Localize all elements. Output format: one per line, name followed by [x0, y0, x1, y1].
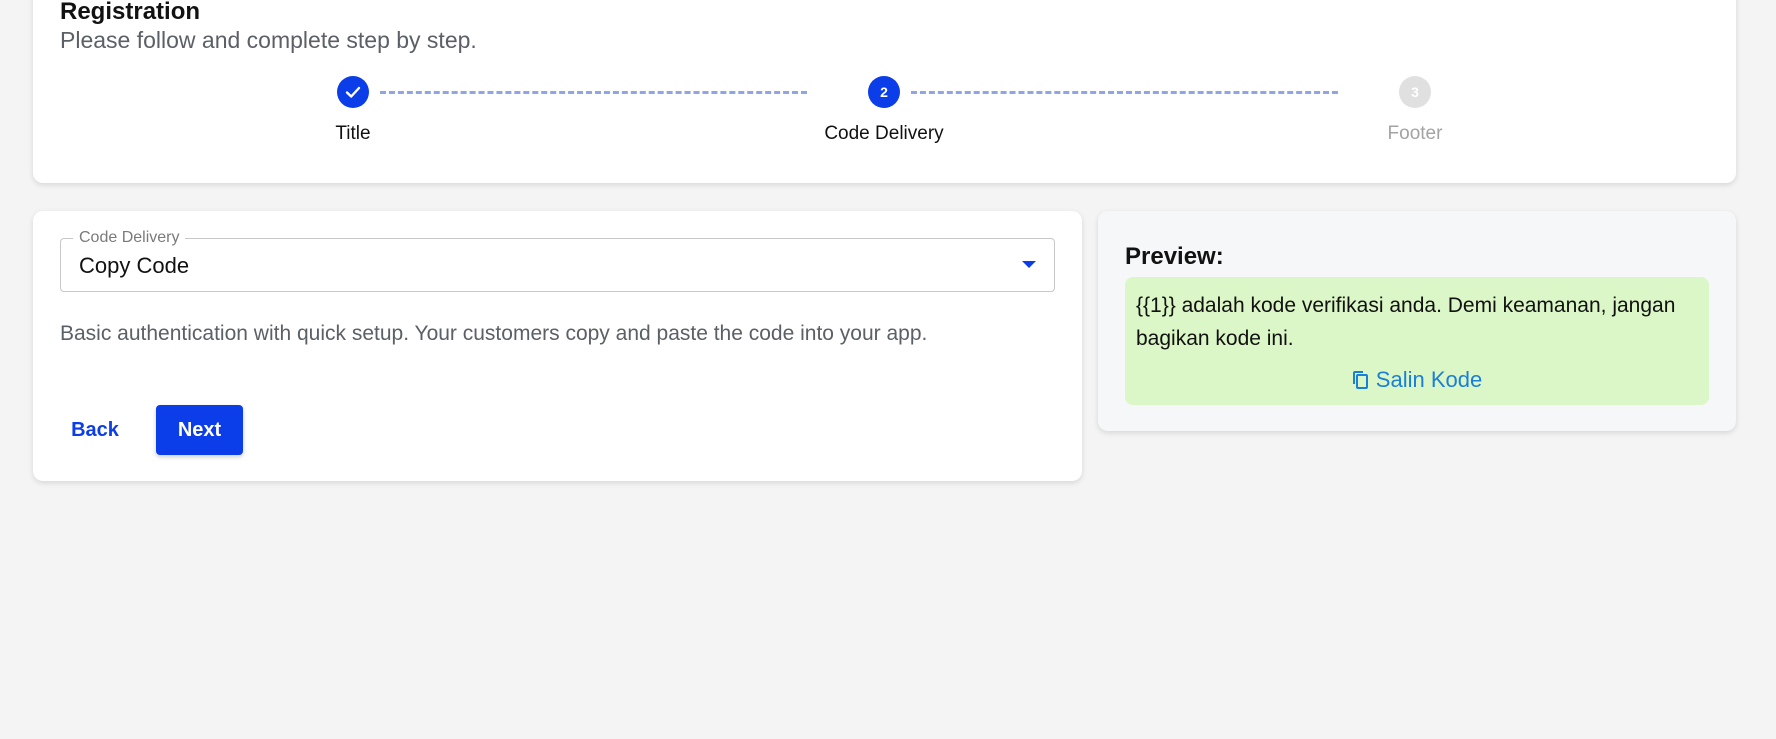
copy-icon [1352, 370, 1370, 390]
next-button[interactable]: Next [156, 405, 243, 455]
step-label-title: Title [335, 123, 371, 144]
dropdown-arrow-icon[interactable] [1022, 261, 1036, 268]
step-connector-1 [380, 91, 807, 94]
code-delivery-select-value: Copy Code [79, 253, 190, 278]
step-connector-2 [911, 91, 1338, 94]
page-title: Registration [60, 0, 201, 25]
copy-code-button[interactable]: Salin Kode [1125, 367, 1709, 393]
back-button[interactable]: Back [60, 405, 130, 455]
preview-message-text: {{1}} adalah kode verifikasi anda. Demi … [1136, 294, 1676, 350]
code-delivery-select[interactable]: Code Delivery Copy Code [60, 229, 1055, 292]
code-delivery-select-label: Code Delivery [73, 229, 186, 247]
step-2-number: 2 [868, 76, 900, 108]
step-3-number: 3 [1399, 76, 1431, 108]
copy-code-label: Salin Kode [1375, 367, 1483, 392]
page-subtitle: Please follow and complete step by step. [60, 27, 477, 53]
registration-header-card: Registration Please follow and complete … [33, 0, 1736, 183]
step-label-footer: Footer [1387, 123, 1443, 144]
preview-card: Preview: {{1}} adalah kode verifikasi an… [1098, 211, 1736, 431]
step-1-check-icon [337, 76, 369, 108]
step-label-code-delivery: Code Delivery [824, 123, 944, 144]
preview-title: Preview: [1125, 243, 1224, 270]
code-delivery-description: Basic authentication with quick setup. Y… [60, 322, 928, 345]
code-delivery-form-card: Code Delivery Copy Code Basic authentica… [33, 211, 1082, 481]
message-preview-bubble: {{1}} adalah kode verifikasi anda. Demi … [1125, 277, 1709, 405]
